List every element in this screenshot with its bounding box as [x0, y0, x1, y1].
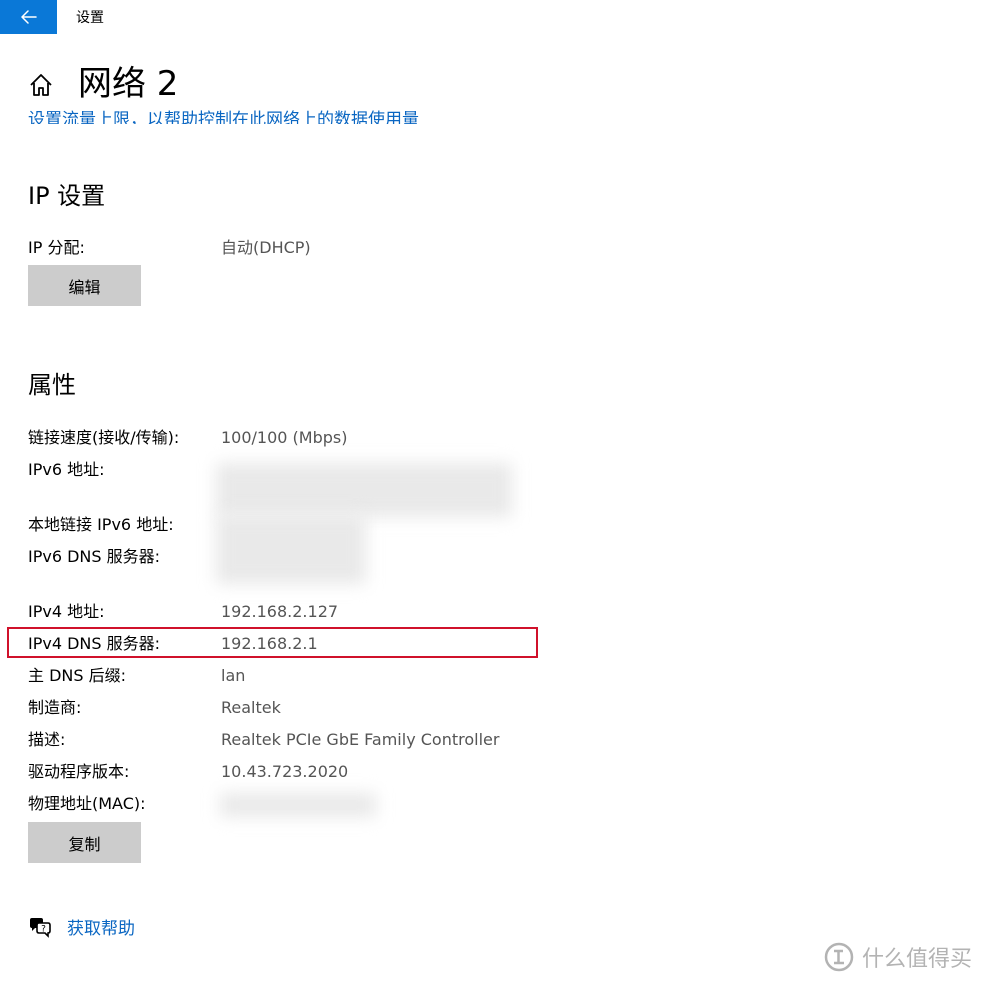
- manufacturer-label: 制造商:: [28, 698, 82, 717]
- ipv4-dns-value: 192.168.2.1: [221, 634, 318, 653]
- title-bar: 设置: [0, 0, 991, 34]
- driver-version-label: 驱动程序版本:: [28, 762, 130, 781]
- link-local-ipv6-label: 本地链接 IPv6 地址:: [28, 515, 174, 534]
- back-arrow-icon: [20, 10, 37, 24]
- link-speed-label: 链接速度(接收/传输):: [28, 428, 180, 447]
- data-limit-link-text: 设置流量上限，以帮助控制在此网络上的数据使用量: [28, 110, 419, 124]
- description-label: 描述:: [28, 730, 66, 749]
- redacted-ipv6-details: [216, 514, 366, 584]
- ip-assignment-value: 自动(DHCP): [221, 238, 311, 257]
- dns-suffix-label: 主 DNS 后缀:: [28, 666, 127, 685]
- ipv4-dns-label: IPv4 DNS 服务器:: [28, 634, 161, 653]
- get-help-link[interactable]: 获取帮助: [67, 918, 135, 940]
- description-value: Realtek PCIe GbE Family Controller: [221, 730, 500, 749]
- mac-address-label: 物理地址(MAC):: [28, 794, 146, 813]
- ipv6-address-label: IPv6 地址:: [28, 460, 105, 479]
- data-limit-link[interactable]: 设置流量上限，以帮助控制在此网络上的数据使用量: [28, 104, 488, 124]
- ip-settings-heading: IP 设置: [28, 182, 106, 210]
- driver-version-value: 10.43.723.2020: [221, 762, 349, 781]
- dns-suffix-value: lan: [221, 666, 246, 685]
- watermark: 什么值得买: [824, 941, 972, 973]
- ip-assignment-label: IP 分配:: [28, 238, 85, 257]
- home-icon[interactable]: [28, 72, 54, 98]
- svg-text:?: ?: [41, 925, 46, 935]
- link-speed-value: 100/100 (Mbps): [221, 428, 348, 447]
- properties-heading: 属性: [28, 371, 76, 399]
- copy-button[interactable]: 复制: [28, 822, 141, 863]
- redacted-mac-address: [220, 793, 376, 817]
- window-title: 设置: [76, 10, 104, 26]
- ipv4-address-value: 192.168.2.127: [221, 602, 339, 621]
- page-title: 网络 2: [78, 64, 179, 104]
- watermark-text: 什么值得买: [862, 947, 973, 972]
- back-button[interactable]: [0, 0, 57, 34]
- smzdm-logo-icon: [824, 942, 854, 972]
- redacted-ipv6-address: [216, 463, 512, 517]
- chat-help-icon: ?: [30, 918, 51, 938]
- ipv6-dns-label: IPv6 DNS 服务器:: [28, 547, 161, 566]
- manufacturer-value: Realtek: [221, 698, 281, 717]
- ipv4-address-label: IPv4 地址:: [28, 602, 105, 621]
- edit-button[interactable]: 编辑: [28, 265, 141, 306]
